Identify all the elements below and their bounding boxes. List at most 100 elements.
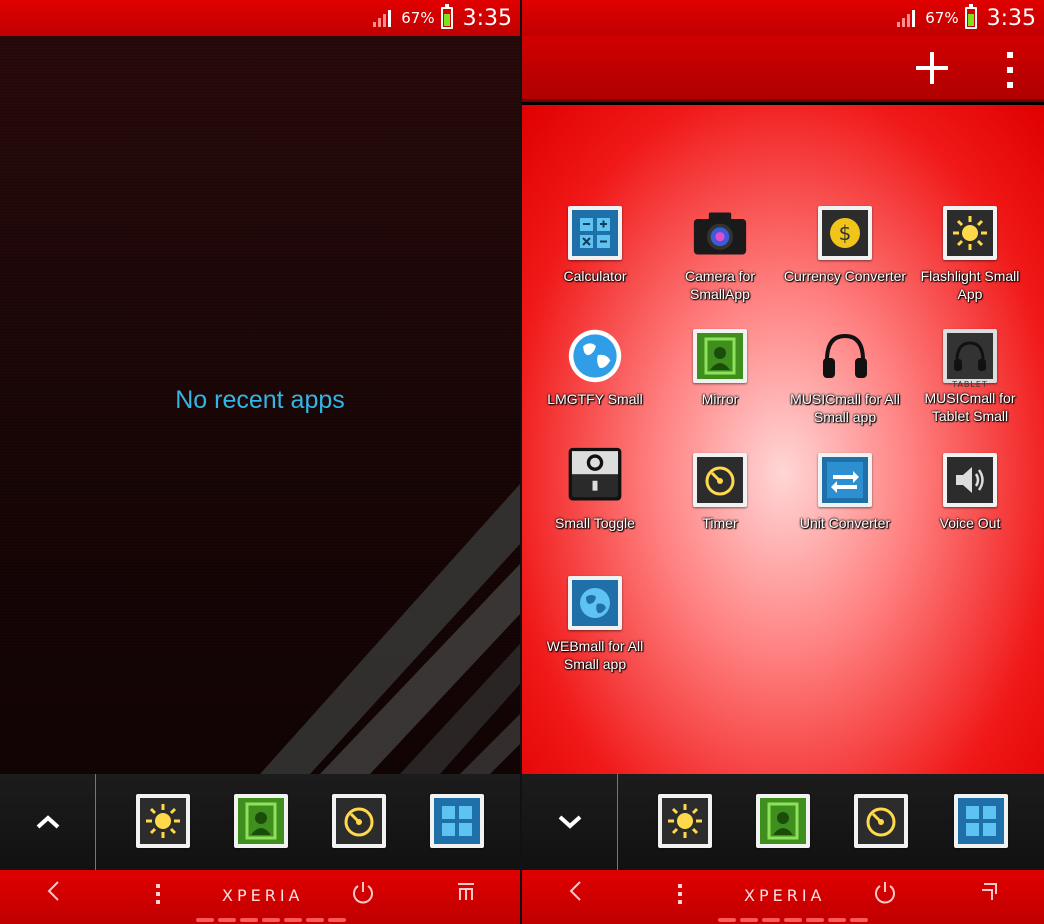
app-label: Unit Converter — [799, 515, 891, 531]
menu-button[interactable] — [156, 884, 160, 904]
back-arrow-icon — [569, 881, 581, 901]
background-stripes — [260, 484, 520, 774]
no-recent-apps-message: No recent apps — [175, 386, 345, 414]
app-voice-out[interactable]: Voice Out — [908, 452, 1032, 532]
app-musicmall-all[interactable]: MUSICmall for All Small app — [783, 328, 907, 426]
clock: 3:35 — [462, 5, 512, 31]
flashlight-icon — [953, 216, 987, 250]
timer-icon — [705, 466, 735, 496]
overflow-menu-icon[interactable] — [1004, 52, 1016, 88]
back-button[interactable] — [568, 880, 582, 908]
nav-decoration — [196, 918, 346, 922]
app-small-toggle[interactable]: Small Toggle — [533, 447, 657, 532]
mirror-icon — [704, 337, 736, 375]
calculator-icon — [442, 806, 472, 836]
recents-area: No recent apps — [0, 36, 520, 774]
recent-apps-icon — [458, 883, 474, 900]
recent-apps-button[interactable] — [456, 880, 476, 908]
battery-percent: 67% — [401, 9, 435, 27]
status-bar: 67% 3:35 — [0, 0, 520, 36]
back-button[interactable] — [46, 880, 60, 908]
battery-icon — [964, 4, 977, 29]
chevron-up-icon — [36, 815, 59, 829]
calculator-icon — [580, 218, 610, 248]
speaker-icon — [956, 467, 984, 493]
expand-dock-button[interactable] — [0, 774, 96, 870]
app-calculator[interactable]: Calculator — [533, 205, 657, 285]
web-globe-icon — [580, 588, 610, 618]
dock-mirror-button[interactable] — [234, 794, 288, 848]
app-label: Small Toggle — [555, 515, 635, 531]
add-icon[interactable] — [912, 48, 952, 88]
app-webmall[interactable]: WEBmall for All Small app — [533, 575, 657, 673]
app-lmgtfy[interactable]: LMGTFY Small — [533, 328, 657, 408]
app-currency-converter[interactable]: $ Currency Converter — [783, 205, 907, 285]
dock-calculator-button[interactable] — [430, 794, 484, 848]
recent-apps-screen: 67% 3:35 No recent apps XPERIA — [0, 0, 520, 924]
dock-calculator-button[interactable] — [954, 794, 1008, 848]
signal-icon — [897, 9, 916, 27]
small-apps-screen: 67% 3:35 Calculator Camera for SmallApp … — [522, 0, 1044, 924]
app-label: MUSICmall for All Small app — [790, 391, 900, 425]
app-mirror[interactable]: Mirror — [658, 328, 782, 408]
battery-percent: 67% — [925, 9, 959, 27]
recent-apps-button[interactable] — [980, 880, 1000, 908]
navigation-bar: XPERIA — [0, 870, 520, 924]
status-bar: 67% 3:35 — [522, 0, 1044, 36]
action-bar — [522, 36, 1044, 102]
mirror-icon — [245, 802, 277, 840]
app-label: LMGTFY Small — [547, 391, 643, 407]
app-flashlight[interactable]: Flashlight Small App — [908, 205, 1032, 303]
clock: 3:35 — [986, 5, 1036, 31]
power-button[interactable] — [872, 880, 898, 912]
dock-flashlight-button[interactable] — [136, 794, 190, 848]
sun-icon — [668, 804, 702, 838]
tablet-headphones-icon — [954, 341, 986, 371]
camera-icon — [693, 212, 747, 255]
app-label: WEBmall for All Small app — [546, 638, 644, 672]
globe-icon — [568, 329, 622, 383]
battery-icon — [440, 4, 453, 29]
app-label: Currency Converter — [783, 268, 907, 284]
calculator-icon — [966, 806, 996, 836]
app-label: MUSICmall for Tablet Small — [924, 390, 1016, 424]
signal-icon — [373, 9, 392, 27]
sun-icon — [146, 804, 180, 838]
toggle-icon — [568, 447, 622, 501]
recent-apps-icon — [982, 883, 997, 900]
app-label: Camera for SmallApp — [684, 268, 756, 302]
power-icon — [353, 882, 373, 904]
app-musicmall-tablet[interactable]: TABLET MUSICmall for Tablet Small — [908, 328, 1032, 425]
nav-decoration — [718, 918, 868, 922]
app-label: Mirror — [701, 391, 739, 407]
power-button[interactable] — [350, 880, 376, 912]
dock-mirror-button[interactable] — [756, 794, 810, 848]
mirror-icon — [767, 802, 799, 840]
navigation-bar: XPERIA — [522, 870, 1044, 924]
app-label: Timer — [702, 515, 738, 531]
tablet-tag: TABLET — [952, 380, 988, 389]
chevron-down-icon — [558, 815, 581, 829]
small-apps-dock — [522, 774, 1044, 870]
unit-converter-icon — [827, 462, 863, 498]
xperia-brand: XPERIA — [222, 886, 304, 905]
power-icon — [875, 882, 895, 904]
timer-icon — [344, 807, 374, 837]
dock-timer-button[interactable] — [854, 794, 908, 848]
app-camera[interactable]: Camera for SmallApp — [658, 205, 782, 303]
menu-button[interactable] — [678, 884, 682, 904]
dock-timer-button[interactable] — [332, 794, 386, 848]
app-unit-converter[interactable]: Unit Converter — [783, 452, 907, 532]
small-apps-grid: Calculator Camera for SmallApp $ Currenc… — [522, 105, 1044, 774]
collapse-dock-button[interactable] — [522, 774, 618, 870]
app-label: Voice Out — [939, 515, 1001, 531]
timer-icon — [866, 807, 896, 837]
dock-flashlight-button[interactable] — [658, 794, 712, 848]
app-label: Flashlight Small App — [920, 268, 1020, 302]
app-timer[interactable]: Timer — [658, 452, 782, 532]
xperia-brand: XPERIA — [744, 886, 826, 905]
app-label: Calculator — [563, 268, 627, 284]
small-apps-dock — [0, 774, 520, 870]
currency-icon: $ — [830, 218, 860, 248]
back-arrow-icon — [47, 881, 59, 901]
